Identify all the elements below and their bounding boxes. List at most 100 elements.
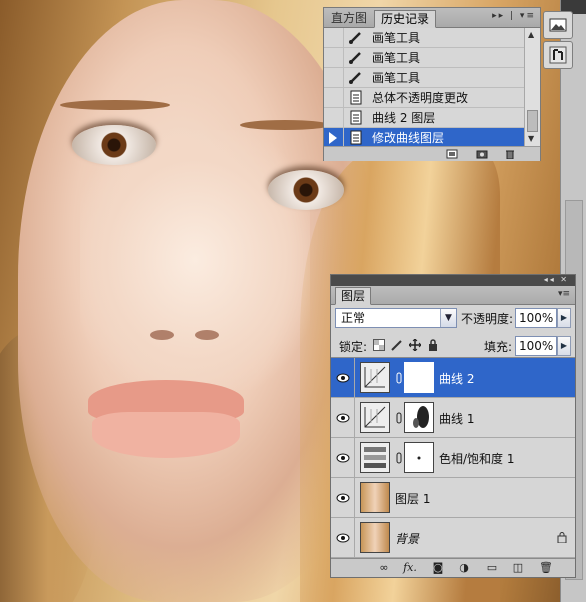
chain-link-icon[interactable] bbox=[396, 412, 402, 424]
layer-mask-icon[interactable]: ◙ bbox=[431, 562, 445, 574]
history-source-cell[interactable] bbox=[324, 87, 344, 108]
history-item-label: 画笔工具 bbox=[372, 71, 421, 85]
visibility-toggle[interactable] bbox=[331, 518, 355, 558]
navigator-button[interactable] bbox=[543, 11, 573, 39]
tab-history[interactable]: 历史记录 bbox=[374, 10, 437, 28]
chain-link-icon[interactable] bbox=[396, 372, 402, 384]
layer-mask-thumbnail[interactable] bbox=[404, 402, 434, 433]
camera-snapshot-icon[interactable] bbox=[476, 149, 488, 159]
opacity-label: 不透明度: bbox=[461, 312, 514, 326]
fill-label: 填充: bbox=[484, 340, 513, 354]
document-icon bbox=[344, 128, 368, 147]
portrait-thumbnail[interactable] bbox=[360, 522, 390, 553]
history-item-selected[interactable]: 修改曲线图层 bbox=[324, 127, 524, 147]
lock-image-pixels-icon[interactable] bbox=[391, 339, 403, 351]
history-item[interactable]: 总体不透明度更改 bbox=[324, 87, 524, 108]
layer-row-background[interactable]: 背景 bbox=[331, 518, 575, 558]
lock-position-icon[interactable] bbox=[409, 339, 421, 351]
history-item[interactable]: 画笔工具 bbox=[324, 67, 524, 88]
curves-adjustment-icon[interactable] bbox=[360, 402, 390, 433]
lock-icon bbox=[557, 532, 567, 543]
tab-histogram[interactable]: 直方图 bbox=[324, 9, 374, 27]
history-item[interactable]: 曲线 2 图层 bbox=[324, 107, 524, 128]
nostril-right bbox=[195, 330, 219, 340]
history-source-cell[interactable] bbox=[324, 47, 344, 68]
brush-icon bbox=[344, 48, 368, 68]
fill-input[interactable]: 100% bbox=[515, 336, 557, 356]
layers-tab-bar: 图层 ▾≡ bbox=[331, 286, 575, 305]
nostril-left bbox=[150, 330, 174, 340]
visibility-toggle[interactable] bbox=[331, 398, 355, 438]
history-dock-button[interactable] bbox=[543, 41, 573, 69]
opacity-slider-arrow[interactable]: ▶ bbox=[557, 308, 571, 328]
right-eyebrow bbox=[240, 120, 330, 130]
chain-link-icon[interactable] bbox=[396, 452, 402, 464]
layer-name: 背景 bbox=[395, 532, 420, 546]
layer-row-layer-1[interactable]: 图层 1 bbox=[331, 478, 575, 518]
history-item[interactable]: 画笔工具 bbox=[324, 28, 524, 48]
mountain-image-icon bbox=[549, 18, 567, 32]
layer-row-hue-saturation-1[interactable]: 色相/饱和度 1 bbox=[331, 438, 575, 478]
brush-icon bbox=[344, 68, 368, 88]
link-layers-icon[interactable]: ∞ bbox=[377, 562, 391, 574]
layer-list: 曲线 2 曲线 1 色相/饱和度 1 图层 1 背景 bbox=[331, 357, 575, 558]
collapse-close-icon[interactable]: ◂◂ ✕ bbox=[331, 275, 575, 286]
lock-all-icon[interactable] bbox=[427, 339, 439, 351]
lock-label: 锁定: bbox=[339, 340, 368, 354]
history-tab-bar: 直方图 历史记录 ▸▸ | ▾≡ bbox=[324, 8, 540, 28]
history-item-label: 修改曲线图层 bbox=[372, 131, 445, 145]
layer-mask-thumbnail[interactable] bbox=[404, 442, 434, 473]
hue-saturation-adjustment-icon[interactable] bbox=[360, 442, 390, 473]
history-item-label: 总体不透明度更改 bbox=[372, 91, 469, 105]
visibility-toggle[interactable] bbox=[331, 358, 355, 398]
blend-mode-value: 正常 bbox=[341, 311, 366, 325]
panel-menu-icon[interactable]: ▸▸ | ▾≡ bbox=[492, 11, 536, 21]
history-footer bbox=[324, 146, 540, 161]
history-source-cell[interactable] bbox=[324, 28, 344, 48]
fill-slider-arrow[interactable]: ▶ bbox=[557, 336, 571, 356]
panel-menu-icon[interactable]: ▾≡ bbox=[558, 289, 570, 299]
blend-mode-select[interactable]: 正常 ▼ bbox=[335, 308, 457, 328]
chevron-down-icon: ▼ bbox=[440, 309, 456, 327]
document-icon bbox=[344, 88, 368, 108]
layer-row-curves-2[interactable]: 曲线 2 bbox=[331, 358, 575, 398]
history-item[interactable]: 画笔工具 bbox=[324, 47, 524, 68]
visibility-toggle[interactable] bbox=[331, 478, 355, 518]
history-item-label: 曲线 2 图层 bbox=[372, 111, 436, 125]
trash-icon[interactable]: 🗑 bbox=[539, 562, 553, 574]
history-brush-icon bbox=[549, 46, 567, 64]
layer-name: 色相/饱和度 1 bbox=[439, 452, 515, 466]
adjustment-layer-icon[interactable]: ◑ bbox=[457, 562, 471, 574]
history-source-cell[interactable] bbox=[324, 107, 344, 128]
history-list: 画笔工具 画笔工具 画笔工具 总体不透明度更改 曲线 2 图层 修改曲线图层 bbox=[324, 28, 524, 146]
curves-adjustment-icon[interactable] bbox=[360, 362, 390, 393]
scroll-thumb[interactable] bbox=[527, 110, 538, 132]
face-highlight bbox=[80, 130, 310, 390]
new-document-from-state-icon[interactable] bbox=[446, 149, 458, 159]
history-item-label: 画笔工具 bbox=[372, 51, 421, 65]
history-scrollbar[interactable]: ▲ ▼ bbox=[524, 28, 540, 146]
lock-transparent-pixels-icon[interactable] bbox=[373, 339, 385, 351]
new-layer-icon[interactable]: ◫ bbox=[511, 562, 525, 574]
trash-icon[interactable] bbox=[504, 149, 516, 159]
eye-icon bbox=[336, 493, 349, 503]
play-icon bbox=[329, 131, 337, 144]
portrait-thumbnail[interactable] bbox=[360, 482, 390, 513]
eye-icon bbox=[336, 413, 349, 423]
history-source-cell[interactable] bbox=[324, 67, 344, 88]
group-folder-icon[interactable]: ▭ bbox=[485, 562, 499, 574]
history-state-slider[interactable] bbox=[324, 127, 344, 146]
scroll-down-icon[interactable]: ▼ bbox=[528, 134, 534, 143]
visibility-toggle[interactable] bbox=[331, 438, 355, 478]
layer-mask-thumbnail[interactable] bbox=[404, 362, 434, 393]
tab-layers[interactable]: 图层 bbox=[335, 287, 372, 305]
fx-icon[interactable]: fx. bbox=[403, 562, 417, 574]
scroll-up-icon[interactable]: ▲ bbox=[528, 30, 534, 39]
left-eye bbox=[72, 125, 156, 165]
layer-row-curves-1[interactable]: 曲线 1 bbox=[331, 398, 575, 438]
opacity-input[interactable]: 100% bbox=[515, 308, 557, 328]
history-item-label: 画笔工具 bbox=[372, 31, 421, 45]
eye-icon bbox=[336, 453, 349, 463]
lower-lip bbox=[92, 412, 240, 458]
document-icon bbox=[344, 108, 368, 128]
